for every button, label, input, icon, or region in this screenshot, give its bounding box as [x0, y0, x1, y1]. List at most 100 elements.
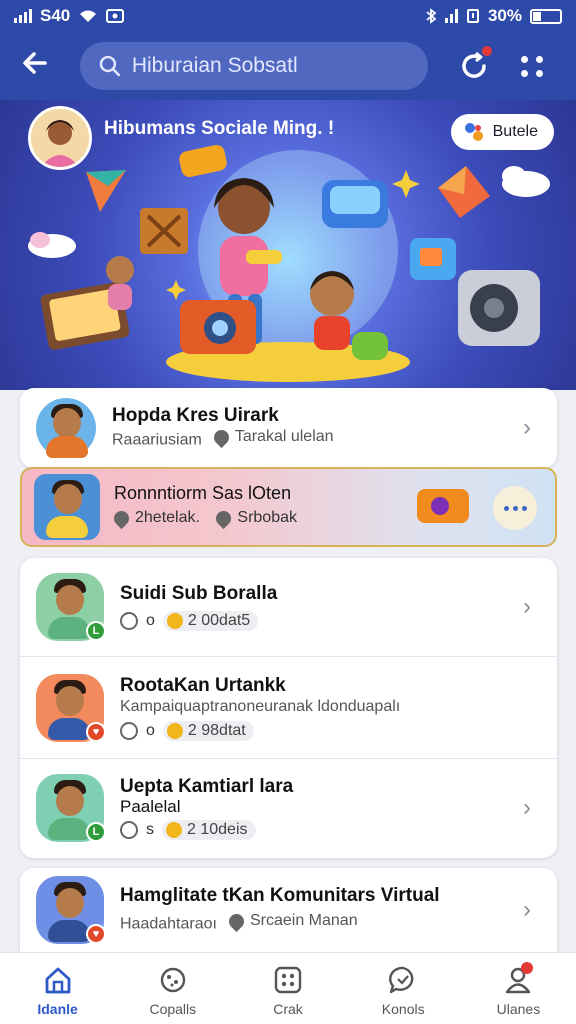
location-pin-icon	[213, 507, 235, 529]
notification-dot	[480, 44, 494, 58]
meta-value: o	[146, 721, 155, 739]
list-item-subtitle: Haadahtaraoı	[120, 915, 217, 933]
dot-icon	[503, 505, 509, 511]
back-button[interactable]	[20, 48, 56, 84]
list-item[interactable]: ♥ Hamglitate tKan Komunitars Virtual Haa…	[20, 868, 557, 952]
list-item-count: 2hetelak.	[135, 509, 200, 527]
cell-signal-2-icon	[444, 9, 458, 23]
battery-percent: 30%	[487, 6, 522, 25]
list-item[interactable]: ♥ RootaKan Urtankk Kampaiquaptranoneuran…	[20, 656, 557, 758]
coin-amount: 2 10deis	[187, 820, 248, 838]
nav-label: Copalls	[149, 1001, 197, 1017]
status-badge: L	[86, 621, 106, 641]
nav-label: Konols	[381, 1001, 425, 1017]
avatar: ♥	[36, 876, 106, 944]
search-input[interactable]	[131, 54, 410, 78]
coin-icon	[166, 821, 182, 838]
coin-pill: 2 10deis	[162, 819, 256, 840]
dot-icon	[521, 505, 527, 511]
nav-item-crak[interactable]: Crak	[230, 953, 345, 1024]
profile-avatar[interactable]	[28, 106, 92, 170]
dot-icon	[535, 55, 543, 63]
list-item[interactable]: L Uepta Kamtiarl lara Paalelal s 2 10deis…	[20, 758, 557, 856]
hero-banner: Hibumans Sociale Ming. ! Butele	[0, 100, 576, 390]
status-badge: ♥	[86, 721, 106, 742]
cookie-icon	[160, 967, 185, 993]
dot-icon	[512, 505, 518, 511]
face-shape	[56, 685, 84, 716]
users-icon	[110, 507, 133, 529]
body-shape	[48, 817, 90, 840]
body-shape	[48, 920, 90, 942]
list-item-title: Hamglitate tKan Komunitars Virtual	[120, 885, 440, 907]
wifi-icon	[80, 10, 97, 22]
list-item-title: Hopda Kres Uirark	[112, 405, 279, 427]
nav-item-copalls[interactable]: Copalls	[115, 953, 230, 1024]
person-avatar-icon	[31, 109, 89, 167]
nav-item-ulanes[interactable]: Ulanes	[461, 953, 576, 1024]
chevron-right-icon[interactable]: ›	[515, 898, 539, 922]
face-shape	[56, 585, 84, 615]
grid-icon	[274, 966, 302, 994]
bluetooth-icon	[426, 8, 437, 24]
body-shape	[46, 436, 88, 458]
nav-item-konols[interactable]: Konols	[346, 953, 461, 1024]
body-shape	[46, 516, 88, 538]
avatar	[36, 398, 96, 458]
chevron-right-icon[interactable]: ›	[515, 795, 539, 820]
cell-signal-icon	[14, 9, 32, 23]
status-badge: ♥	[86, 924, 106, 944]
coin-pill: 2 00dat5	[162, 611, 259, 631]
nav-label: Idanle	[37, 1001, 78, 1017]
body-shape	[48, 717, 90, 740]
nav-label: Crak	[273, 1001, 303, 1017]
list-item-location: Srbobak	[237, 509, 297, 527]
location-pin-icon	[210, 426, 232, 448]
face-shape	[53, 408, 81, 438]
app-bar	[0, 32, 576, 100]
nav-label: Ulanes	[496, 1001, 541, 1017]
dot-icon	[520, 55, 528, 63]
vpn-icon	[106, 9, 125, 23]
chevron-right-icon[interactable]: ›	[515, 595, 539, 619]
list-item[interactable]: Hopda Kres Uirark Raaariusiam Tarakal ule…	[20, 388, 557, 468]
sync-button[interactable]	[456, 44, 494, 84]
search-bar[interactable]	[80, 42, 428, 90]
list-item-subtitle: Kampaiquaptranoneuranak ldonduapalı	[120, 697, 401, 715]
coin-amount: 2 00dat5	[187, 612, 251, 629]
status-badge: L	[86, 821, 106, 842]
nav-item-home[interactable]: Idanle	[0, 953, 115, 1024]
face-shape	[54, 484, 82, 514]
hero-title: Hibumans Sociale Ming. !	[104, 118, 335, 139]
bottom-navigation: Idanle Copalls Crak Konols Ulanes	[0, 952, 576, 1024]
share-button[interactable]: Butele	[450, 114, 554, 150]
list-card: ♥ Hamglitate tKan Komunitars Virtual Haa…	[20, 868, 557, 952]
dot-icon	[520, 69, 528, 77]
notification-badge	[520, 962, 533, 974]
meta-value: s	[146, 820, 154, 838]
list-item-subtitle: Raaariusiam	[112, 431, 202, 449]
avatar: L	[36, 573, 106, 641]
avatar: L	[36, 773, 106, 842]
coin-icon	[166, 722, 183, 739]
home-icon	[45, 967, 70, 994]
menu-button[interactable]	[518, 52, 546, 80]
avatar	[34, 474, 100, 540]
search-icon	[99, 55, 121, 77]
more-options-button[interactable]	[493, 486, 537, 530]
list-item-location: Tarakal ulelan	[234, 428, 334, 446]
arrow-left-icon	[23, 52, 47, 74]
chevron-right-icon[interactable]: ›	[515, 416, 539, 440]
coin-pill: 2 98dtat	[162, 720, 254, 741]
battery-icon	[530, 8, 562, 24]
body-shape	[48, 617, 90, 639]
colorful-share-icon	[464, 123, 483, 141]
radio-toy-icon	[417, 489, 469, 523]
coin-icon	[166, 613, 183, 629]
highlighted-list-item[interactable]: Ronnntiorm Sas lOten 2hetelak. Srbobak	[20, 467, 557, 547]
list-item-location: Srcaein Manan	[249, 912, 358, 930]
clock-icon	[120, 820, 138, 839]
face-shape	[56, 785, 84, 816]
list-item[interactable]: L Suidi Sub Boralla o 2 00dat5 ›	[20, 558, 557, 656]
list-item-title: Uepta Kamtiarl lara	[120, 775, 294, 797]
